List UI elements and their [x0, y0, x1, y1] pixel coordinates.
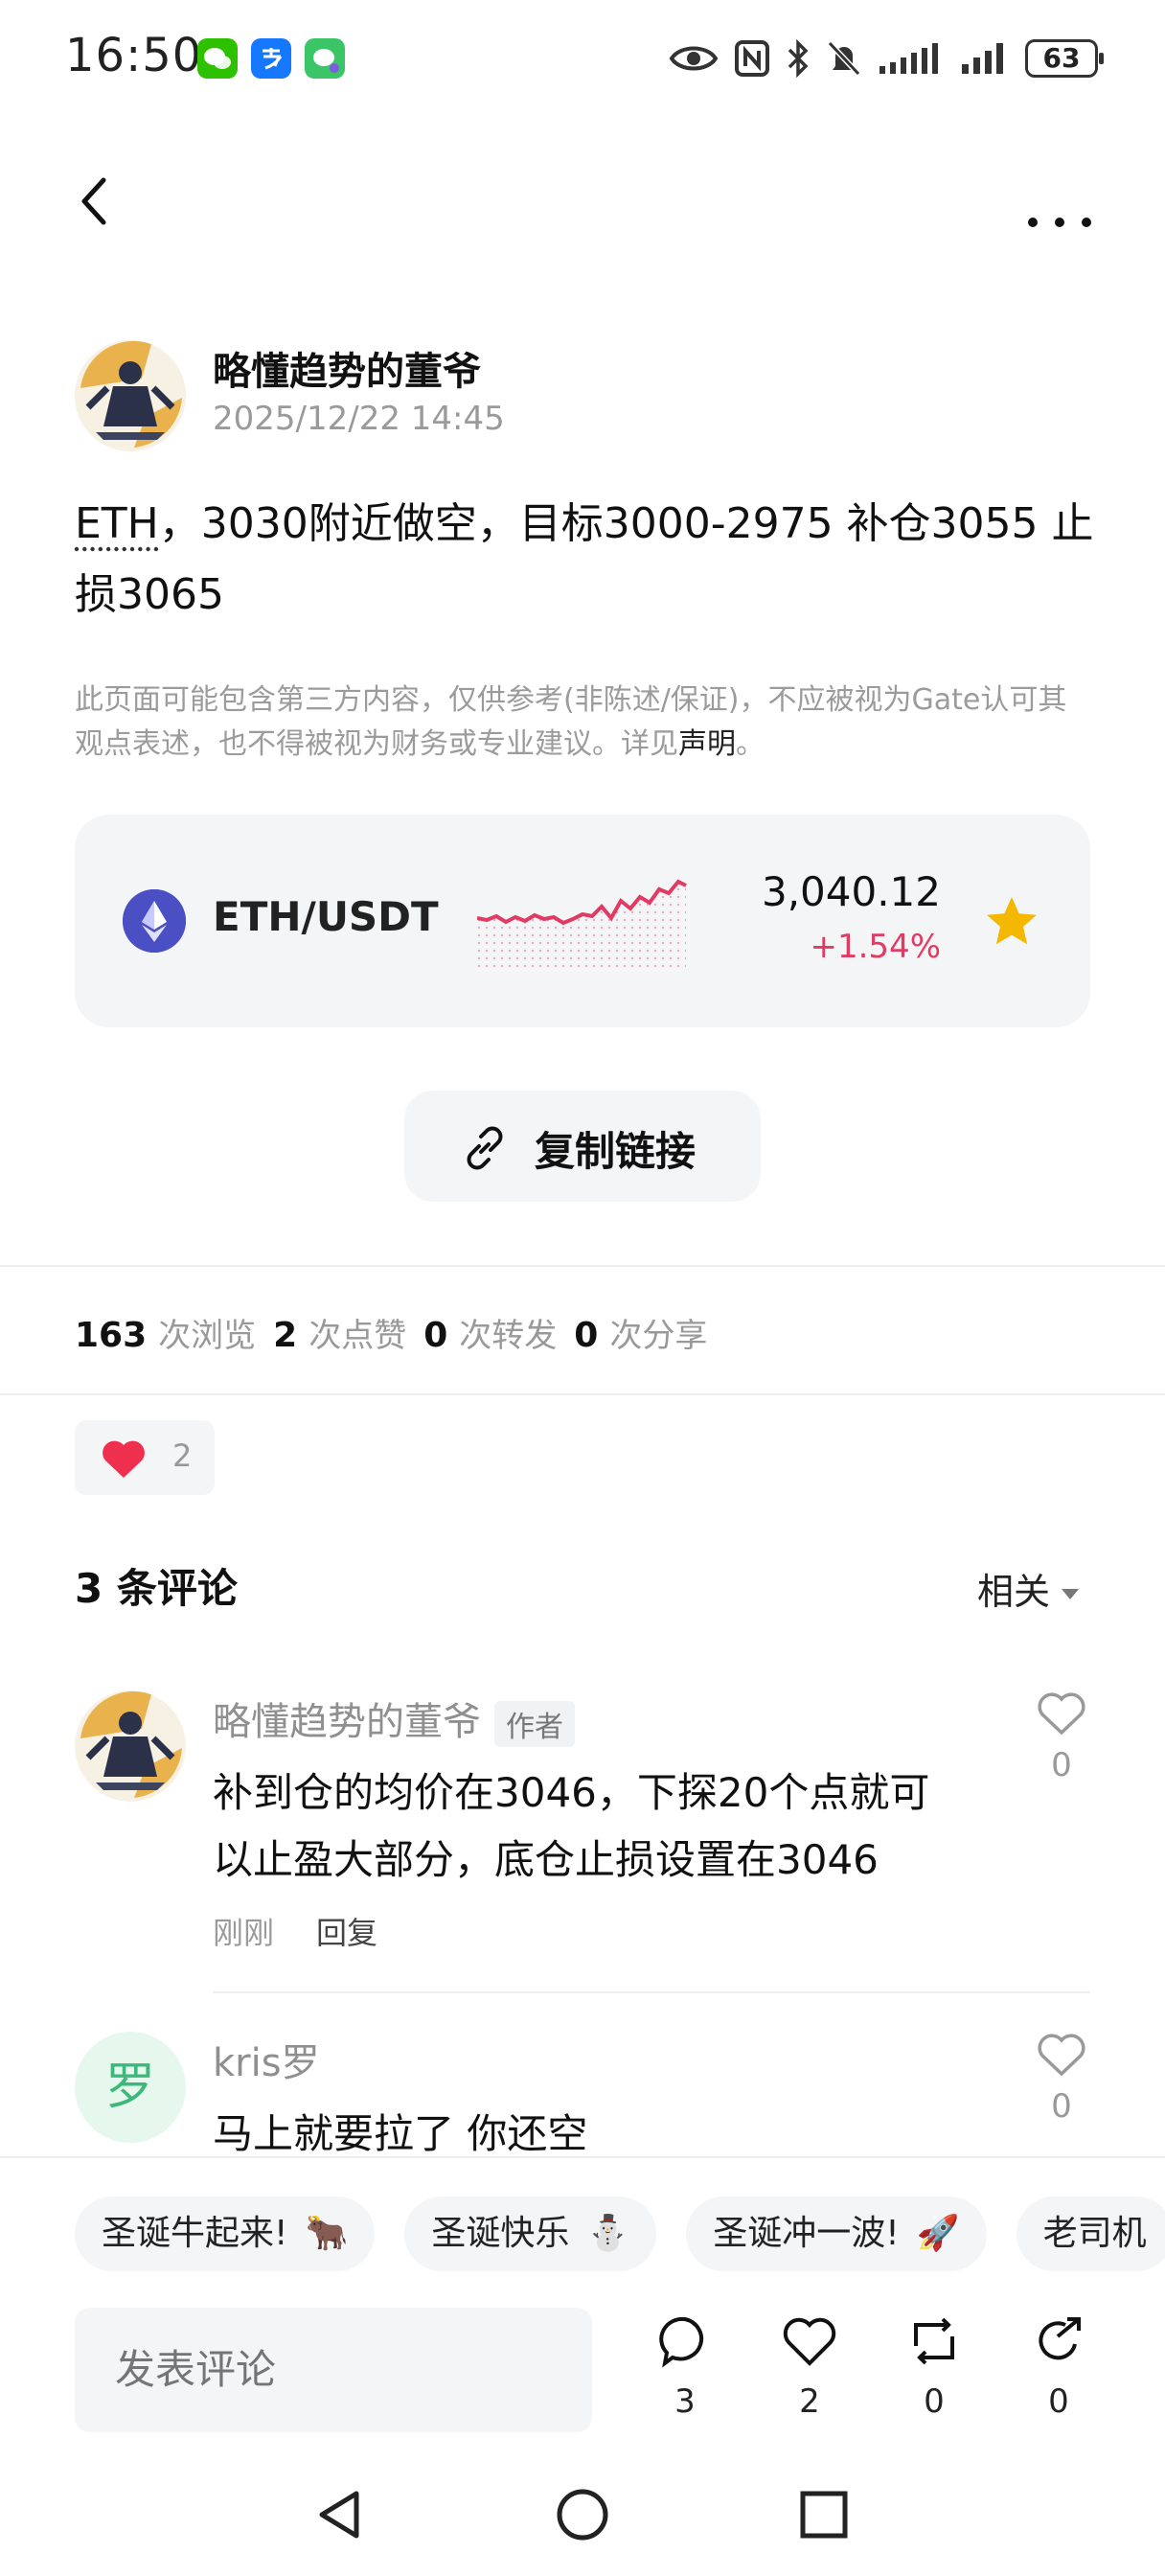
post-author: 略懂趋势的董爷 2025/12/22 14:45: [75, 340, 1090, 455]
likes-count: 2: [799, 2382, 820, 2421]
shares-count: 0: [1048, 2382, 1069, 2421]
caret-down-icon: [1062, 1589, 1079, 1599]
back-button[interactable]: [67, 172, 125, 230]
share-action[interactable]: 0: [1016, 2313, 1102, 2421]
comment-like-button[interactable]: 0: [1033, 1690, 1090, 1784]
status-time: 16:50: [65, 29, 203, 82]
back-icon: [81, 177, 106, 225]
top-nav: [0, 153, 1165, 249]
reposts-count: 0: [924, 2382, 945, 2421]
comments-count: 3: [674, 2382, 696, 2421]
bell-off-icon: [827, 40, 861, 77]
comment-like-button[interactable]: 0: [1033, 2032, 1090, 2126]
post-stats: 163 次浏览 2 次点赞 0 次转发 0 次分享: [75, 1309, 707, 1356]
nav-home-icon[interactable]: [554, 2486, 611, 2543]
comments-action[interactable]: 3: [642, 2313, 728, 2421]
comment-avatar[interactable]: 罗: [75, 2032, 186, 2143]
comment-text: 马上就要拉了 你还空: [213, 2110, 588, 2156]
current-price: 3,040.12: [761, 868, 941, 915]
comment-like-count: 0: [1051, 1746, 1072, 1784]
alipay-icon: [251, 38, 291, 79]
post-timestamp: 2025/12/22 14:45: [213, 400, 505, 438]
favorite-button[interactable]: [983, 893, 1040, 951]
star-icon: [987, 897, 1037, 945]
quick-replies: 圣诞牛起来! 🐂 圣诞快乐 ⛄ 圣诞冲一波! 🚀 老司机: [75, 2196, 1165, 2273]
likes-stat: 2 次点赞: [273, 1316, 407, 1355]
comment-text: 补到仓的均价在3046，下探20个点就可以止盈大部分，底仓止损设置在3046: [213, 1769, 930, 1883]
author-name[interactable]: 略懂趋势的董爷: [213, 340, 481, 396]
heart-outline-icon: [1038, 2034, 1085, 2077]
reaction-chip[interactable]: 2: [75, 1420, 215, 1495]
link-icon: [467, 1126, 503, 1170]
share-icon: [1039, 2317, 1081, 2360]
nav-recents-icon[interactable]: [795, 2486, 853, 2543]
heart-outline-icon: [1038, 1692, 1085, 1736]
signal-icon: [879, 43, 938, 74]
disclaimer: 此页面可能包含第三方内容，仅供参考(非陈述/保证)，不应被视为Gate认可其观点…: [75, 678, 1090, 767]
comment-divider: [213, 1991, 1090, 1993]
eth-tag-link[interactable]: ETH: [75, 499, 159, 548]
eth-icon: [123, 889, 186, 953]
comment-item: 略懂趋势的董爷 作者 补到仓的均价在3046，下探20个点就可以止盈大部分，底仓止…: [75, 1690, 1090, 1968]
author-badge: 作者: [494, 1701, 575, 1747]
heart-outline-icon: [783, 2317, 836, 2366]
wechat-icon: [197, 38, 238, 79]
comment-author: 略懂趋势的董爷 作者: [213, 1690, 575, 1747]
more-button[interactable]: [1021, 172, 1098, 230]
comment-author: kris罗: [213, 2041, 320, 2085]
disclaimer-link[interactable]: 声明: [678, 727, 736, 761]
messages-icon: [305, 38, 345, 79]
price-change: +1.54%: [810, 928, 942, 966]
views-stat: 163 次浏览: [75, 1316, 257, 1355]
bull-icon: 🐂: [305, 2214, 349, 2253]
status-indicators: 63: [669, 34, 1104, 82]
comment-item: 罗 kris罗 马上就要拉了 你还空 0: [75, 2032, 1090, 2156]
quick-reply-chip[interactable]: 圣诞牛起来! 🐂: [75, 2196, 376, 2271]
author-avatar[interactable]: [75, 340, 186, 451]
trading-pair: ETH/USDT: [213, 893, 439, 940]
snowman-icon: ⛄: [586, 2214, 630, 2253]
sort-dropdown[interactable]: 相关: [977, 1562, 1079, 1615]
post-content: ETH，3030附近做空，目标3000-2975 补仓3055 止损3065: [75, 489, 1100, 631]
comment-time: 刚刚: [213, 1915, 275, 1951]
comment-avatar[interactable]: [75, 1690, 186, 1802]
nav-back-icon[interactable]: [312, 2486, 370, 2543]
quick-reply-chip[interactable]: 圣诞快乐 ⛄: [404, 2196, 657, 2271]
market-card[interactable]: ETH/USDT 3,040.12 +1.54%: [75, 815, 1090, 1027]
disclaimer-end: 。: [736, 727, 765, 761]
reaction-count: 2: [172, 1438, 193, 1474]
battery-indicator: 63: [1025, 39, 1104, 78]
system-navigation: [0, 2453, 1165, 2576]
comments-header: 3 条评论: [75, 1565, 238, 1612]
reply-button[interactable]: 回复: [316, 1915, 377, 1951]
heart-filled-icon: [103, 1440, 145, 1478]
copy-link-button[interactable]: 复制链接: [404, 1091, 761, 1202]
avatar-initial: 罗: [104, 2058, 155, 2116]
comment-like-count: 0: [1051, 2087, 1072, 2126]
post-body: ，3030附近做空，目标3000-2975 补仓3055 止损3065: [75, 499, 1094, 619]
like-action[interactable]: 2: [766, 2313, 853, 2421]
status-bar: 16:50 63: [0, 0, 1165, 115]
rocket-icon: 🚀: [916, 2214, 960, 2253]
eye-icon: [669, 46, 719, 71]
more-icon: [1028, 218, 1091, 227]
sparkline-chart: [477, 879, 687, 968]
divider: [0, 1393, 1165, 1395]
reposts-stat: 0 次转发: [423, 1316, 558, 1355]
signal-icon-2: [962, 43, 1003, 74]
comment-icon: [659, 2316, 704, 2368]
divider: [0, 1265, 1165, 1267]
disclaimer-text: 此页面可能包含第三方内容，仅供参考(非陈述/保证)，不应被视为Gate认可其观点…: [75, 683, 1067, 761]
quick-reply-chip[interactable]: 圣诞冲一波! 🚀: [686, 2196, 987, 2271]
repost-action[interactable]: 0: [891, 2313, 977, 2421]
bluetooth-icon: [788, 39, 809, 78]
comment-meta: 刚刚 回复: [213, 1909, 420, 1953]
repost-icon: [914, 2317, 954, 2365]
shares-stat: 0 次分享: [574, 1316, 708, 1355]
copy-link-label: 复制链接: [535, 1128, 697, 1175]
quick-reply-chip[interactable]: 老司机: [1016, 2196, 1165, 2271]
comment-input[interactable]: [75, 2308, 592, 2432]
sort-label: 相关: [976, 1571, 1050, 1613]
nfc-icon: [735, 40, 769, 77]
